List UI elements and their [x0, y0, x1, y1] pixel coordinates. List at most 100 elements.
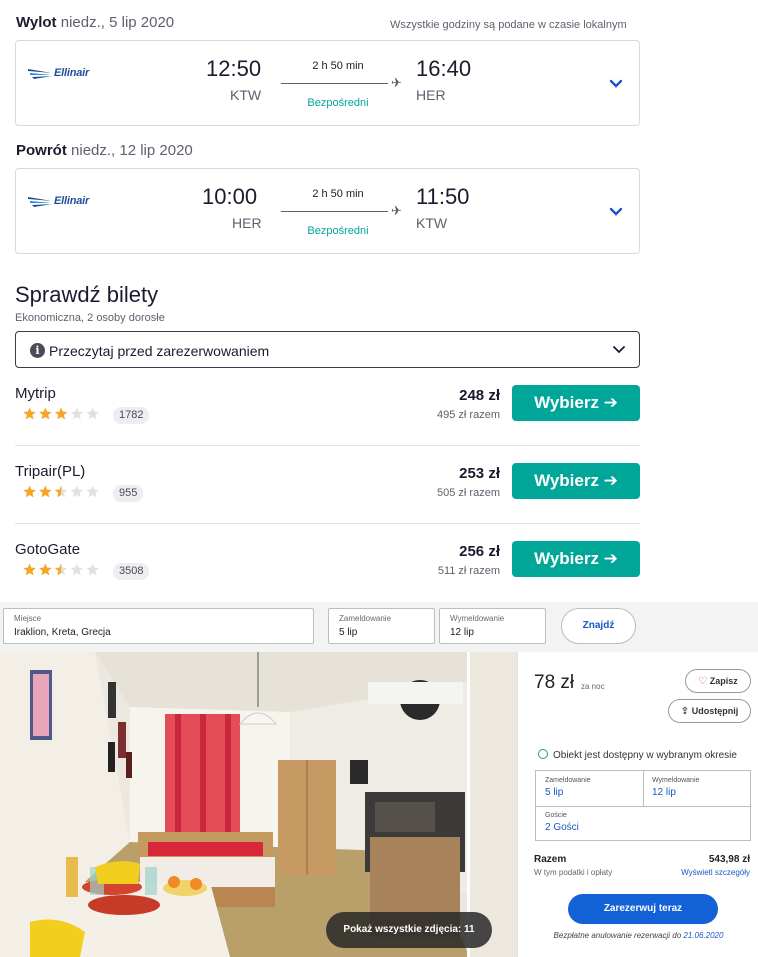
flight-duration: 2 h 50 min [312, 188, 364, 200]
grid-divider [643, 771, 644, 806]
star-icon [23, 563, 36, 576]
availability-status: Obiekt jest dostępny w wybranym okresie [538, 748, 737, 761]
star-icon [86, 485, 99, 498]
star-icon [39, 485, 52, 498]
divider [15, 445, 640, 446]
stops-label: Bezpośredni [307, 225, 369, 237]
total-value: 543,98 zł [708, 854, 750, 865]
return-label: Powrót [16, 142, 67, 159]
checkin-field[interactable]: Zameldowanie 5 lip [328, 608, 435, 644]
chevron-down-icon[interactable] [609, 207, 623, 217]
arrival-airport: HER [416, 87, 446, 103]
flight-duration: 2 h 50 min [312, 60, 364, 72]
plane-icon: ✈ [391, 75, 402, 90]
book-now-button[interactable]: Zarezerwuj teraz [568, 894, 718, 924]
share-button[interactable]: ⇪ Udostępnij [668, 699, 751, 723]
checkin-label: Zameldowanie [545, 777, 591, 784]
total-subtext: W tym podatki i opłaty [534, 868, 613, 877]
return-title: Powrót niedz., 12 lip 2020 [16, 142, 193, 159]
find-button[interactable]: Znajdź [561, 608, 636, 644]
arrival-time: 11:50 [416, 184, 470, 209]
outbound-label: Wylot [16, 14, 57, 31]
divider [15, 523, 640, 524]
airline-name: Ellinair [54, 195, 90, 207]
offer-price: 248 zł [459, 387, 500, 404]
star-icon [54, 407, 68, 420]
checkout-field[interactable]: Wymeldowanie 12 lip [439, 608, 546, 644]
tickets-heading: Sprawdź bilety [15, 282, 159, 307]
offer-price: 253 zł [459, 465, 500, 482]
nightly-price: 78 zł [534, 672, 575, 693]
notice-label: Przeczytaj przed zarezerwowaniem [49, 343, 270, 359]
cancellation-date: 21.06.2020 [683, 931, 724, 940]
departure-time: 10:00 [202, 184, 258, 209]
show-details-link[interactable]: Wyświetl szczegóły [681, 868, 750, 877]
offer-price: 256 zł [459, 543, 500, 560]
select-offer-button[interactable]: Wybierz ➔ [512, 463, 640, 499]
star-icon [39, 407, 52, 420]
star-icon [54, 563, 68, 576]
place-field[interactable]: Miejsce Iraklion, Kreta, Grecja [3, 608, 314, 644]
guests-cell[interactable]: Goście 2 Gości [545, 812, 579, 833]
heart-icon: ♡ [698, 676, 708, 687]
star-icon [70, 563, 84, 576]
ticket-offer: GotoGate 3508 256 zł 511 zł razem Wybier… [15, 541, 640, 611]
chevron-down-icon[interactable] [609, 79, 623, 89]
hotel-search-bar: Miejsce Iraklion, Kreta, Grecja Zameldow… [0, 602, 758, 652]
star-icon [54, 485, 68, 498]
booking-notice-dropdown[interactable]: i Przeczytaj przed zarezerwowaniem [15, 331, 640, 368]
star-icon [70, 407, 84, 420]
rating-stars [23, 407, 99, 420]
outbound-flight-card[interactable]: Ellinair 12:50 KTW 2 h 50 min ✈ Bezpośre… [15, 40, 640, 126]
place-label: Miejsce [14, 614, 42, 623]
chevron-down-icon [613, 346, 625, 354]
airline-wing-icon [28, 197, 52, 207]
stops-label: Bezpośredni [307, 97, 369, 109]
star-icon [86, 563, 99, 576]
booking-panel: 78 zł za noc ♡ Zapisz ⇪ Udostępnij Obiek… [517, 652, 758, 957]
review-count: 1782 [113, 407, 150, 424]
departure-time: 12:50 [206, 56, 262, 81]
airline-name: Ellinair [54, 67, 90, 79]
checkout-label: Wymeldowanie [652, 777, 700, 784]
outbound-date: niedz., 5 lip 2020 [60, 14, 175, 31]
departure-airport: HER [232, 215, 262, 231]
return-date: niedz., 12 lip 2020 [71, 142, 193, 159]
checkout-cell[interactable]: Wymeldowanie 12 lip [652, 777, 699, 798]
return-flight-card[interactable]: Ellinair 10:00 HER 2 h 50 min ✈ Bezpośre… [15, 168, 640, 254]
airline-logo: Ellinair [28, 193, 92, 211]
place-value: Iraklion, Kreta, Grecja [14, 627, 111, 638]
checkin-value: 5 lip [339, 627, 358, 638]
share-label: Udostępnij [691, 706, 739, 716]
rating-stars [23, 563, 99, 576]
departure-airport: KTW [230, 87, 262, 103]
plane-icon: ✈ [391, 203, 402, 218]
star-icon [70, 485, 84, 498]
select-offer-button[interactable]: Wybierz ➔ [512, 541, 640, 577]
total-label: Razem [534, 854, 567, 865]
offer-total: 511 zł razem [437, 565, 500, 577]
offer-total: 495 zł razem [437, 409, 500, 421]
provider-name: GotoGate [15, 541, 81, 558]
cancellation-note: Bezpłatne anulowanie rezerwacji do 21.06… [518, 931, 758, 940]
select-offer-button[interactable]: Wybierz ➔ [512, 385, 640, 421]
stay-details-grid: Zameldowanie 5 lip Wymeldowanie 12 lip G… [535, 770, 751, 841]
checkin-cell[interactable]: Zameldowanie 5 lip [545, 777, 591, 798]
timezone-note: Wszystkie godziny są podane w czasie lok… [390, 19, 627, 31]
star-icon [39, 563, 52, 576]
star-icon [86, 407, 99, 420]
tickets-subheading: Ekonomiczna, 2 osoby dorosłe [15, 312, 165, 324]
guests-label: Goście [545, 812, 567, 819]
checkin-value: 5 lip [545, 787, 564, 798]
arrival-time: 16:40 [416, 56, 472, 81]
show-all-photos-button[interactable]: Pokaż wszystkie zdjęcia: 11 [326, 912, 492, 948]
provider-name: Tripair(PL) [15, 463, 86, 480]
per-night-label: za noc [581, 682, 605, 691]
review-count: 3508 [113, 563, 150, 580]
cancellation-text: Bezpłatne anulowanie rezerwacji do [553, 931, 682, 940]
save-button[interactable]: ♡ Zapisz [685, 669, 751, 693]
arrival-airport: KTW [416, 215, 448, 231]
check-circle-icon [538, 749, 548, 759]
outbound-title: Wylot niedz., 5 lip 2020 [16, 14, 174, 31]
guests-value: 2 Gości [545, 822, 579, 833]
